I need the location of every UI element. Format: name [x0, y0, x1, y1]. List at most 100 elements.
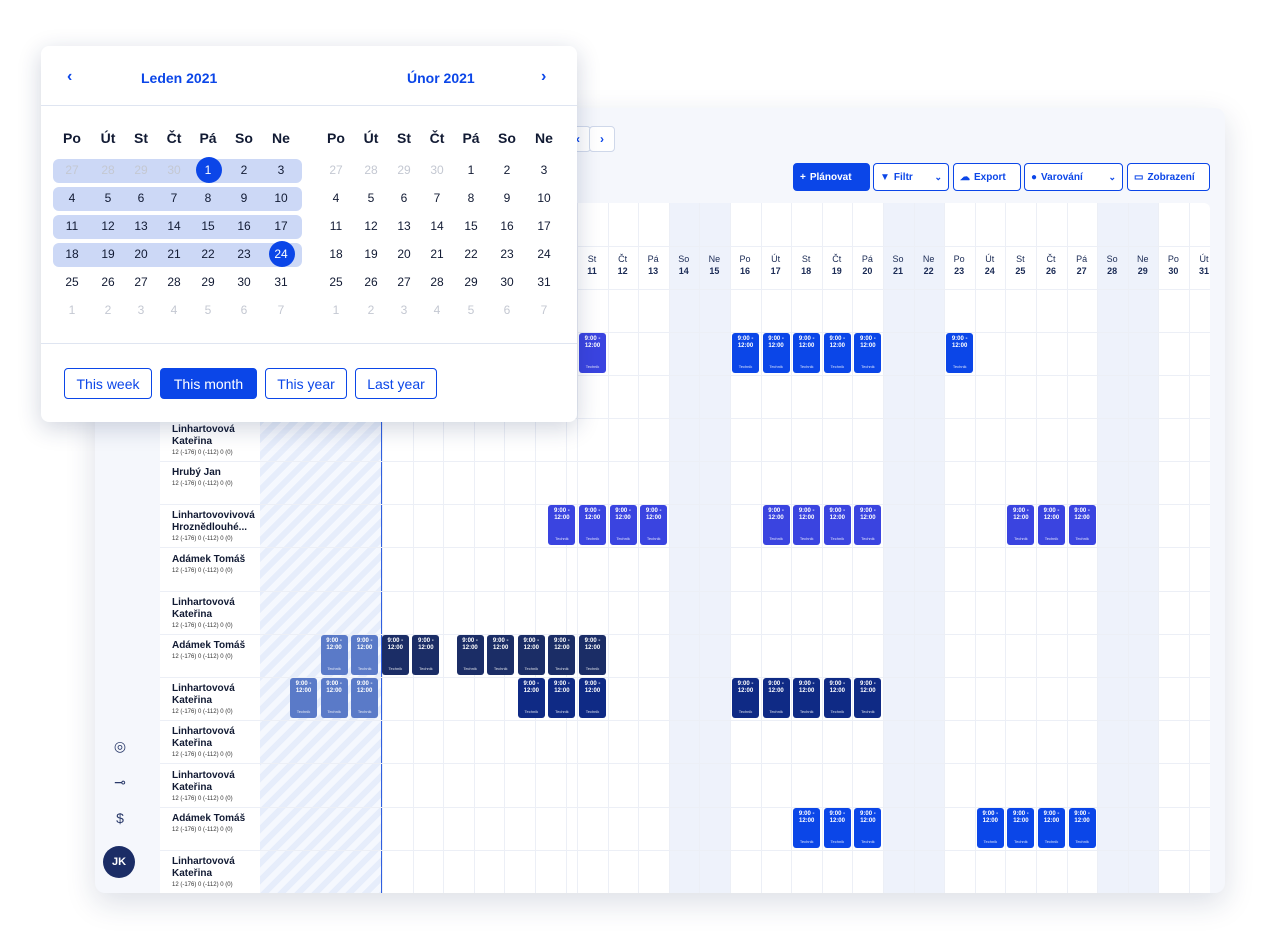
- left-day-cell[interactable]: 2: [226, 158, 262, 182]
- shift-block[interactable]: 9:00 -12:00 Technik: [579, 333, 606, 373]
- shift-block[interactable]: 9:00 -12:00 Technik: [456, 634, 484, 675]
- left-day-cell[interactable]: 13: [123, 214, 159, 238]
- right-day-cell[interactable]: 31: [526, 270, 562, 294]
- shift-block[interactable]: 9:00 -12:00 Technik: [732, 333, 759, 373]
- shift-block[interactable]: 9:00 -12:00 Technik: [854, 333, 882, 373]
- right-day-cell[interactable]: 5: [353, 186, 389, 210]
- right-day-cell[interactable]: 18: [318, 242, 354, 266]
- right-day-cell[interactable]: 6: [386, 186, 422, 210]
- shift-block[interactable]: 9:00 -12:00 Technik: [640, 505, 668, 546]
- shift-block[interactable]: 9:00 -12:00 Technik: [1007, 505, 1035, 546]
- right-day-cell[interactable]: 8: [453, 186, 489, 210]
- export-button[interactable]: ☁ Export: [953, 163, 1021, 191]
- shift-block[interactable]: 9:00 -12:00 Technik: [517, 678, 545, 718]
- left-day-cell[interactable]: 11: [54, 214, 90, 238]
- right-day-cell[interactable]: 12: [353, 214, 389, 238]
- shift-block[interactable]: 9:00 -12:00 Technik: [823, 333, 851, 373]
- left-day-cell[interactable]: 14: [156, 214, 192, 238]
- left-day-cell[interactable]: 16: [226, 214, 262, 238]
- employee-row-label[interactable]: Linhartovovivová Hroznědlouhé... 12 (-176…: [172, 510, 272, 543]
- right-day-cell[interactable]: 13: [386, 214, 422, 238]
- warnings-button[interactable]: ● Varování ⌄: [1024, 163, 1123, 191]
- left-day-cell[interactable]: 20: [123, 242, 159, 266]
- view-button[interactable]: ▭ Zobrazení: [1127, 163, 1210, 191]
- shift-block[interactable]: 9:00 -12:00 Technik: [793, 333, 821, 373]
- shift-block[interactable]: 9:00 -12:00 Technik: [351, 634, 379, 675]
- shift-block[interactable]: 9:00 -12:00 Technik: [548, 505, 576, 546]
- left-day-cell[interactable]: 30: [226, 270, 262, 294]
- right-day-cell[interactable]: 26: [353, 270, 389, 294]
- right-day-cell[interactable]: 15: [453, 214, 489, 238]
- shift-block[interactable]: 9:00 -12:00 Technik: [579, 678, 606, 718]
- left-day-cell[interactable]: 31: [263, 270, 299, 294]
- shift-block[interactable]: 9:00 -12:00 Technik: [487, 634, 515, 675]
- right-day-cell[interactable]: 19: [353, 242, 389, 266]
- left-day-cell[interactable]: 7: [156, 186, 192, 210]
- shift-block[interactable]: 9:00 -12:00 Technik: [732, 678, 759, 718]
- plan-button[interactable]: + Plánovat: [793, 163, 870, 191]
- prev-month-button[interactable]: ‹: [67, 68, 72, 86]
- shift-block[interactable]: 9:00 -12:00 Technik: [548, 634, 576, 675]
- left-day-cell[interactable]: 29: [190, 270, 226, 294]
- right-day-cell[interactable]: 21: [419, 242, 455, 266]
- left-day-cell[interactable]: 5: [90, 186, 126, 210]
- left-day-cell[interactable]: 6: [123, 186, 159, 210]
- quick-range-button[interactable]: Last year: [355, 368, 437, 399]
- right-day-cell[interactable]: 23: [489, 242, 525, 266]
- next-month-button[interactable]: ›: [541, 68, 546, 86]
- left-day-cell[interactable]: 1: [190, 157, 226, 183]
- shift-block[interactable]: 9:00 -12:00 Technik: [793, 678, 821, 718]
- filter-button[interactable]: ▼ Filtr ⌄: [873, 163, 949, 191]
- left-day-cell[interactable]: 24: [263, 241, 299, 267]
- left-day-cell[interactable]: 4: [54, 186, 90, 210]
- shift-block[interactable]: 9:00 -12:00 Technik: [579, 505, 606, 546]
- right-day-cell[interactable]: 22: [453, 242, 489, 266]
- right-day-cell[interactable]: 4: [318, 186, 354, 210]
- shift-block[interactable]: 9:00 -12:00 Technik: [854, 678, 882, 718]
- shift-block[interactable]: 9:00 -12:00 Technik: [290, 678, 317, 718]
- right-day-cell[interactable]: 2: [489, 158, 525, 182]
- right-day-cell[interactable]: 28: [419, 270, 455, 294]
- next-period-button[interactable]: ›: [589, 126, 615, 152]
- employee-row-label[interactable]: Linhartovová Kateřina 12 (-176) 0 (-112) …: [172, 856, 272, 889]
- right-day-cell[interactable]: 25: [318, 270, 354, 294]
- left-day-cell[interactable]: 18: [54, 242, 90, 266]
- shift-block[interactable]: 9:00 -12:00 Technik: [381, 634, 409, 675]
- shift-block[interactable]: 9:00 -12:00 Technik: [854, 807, 882, 848]
- left-day-cell[interactable]: 22: [190, 242, 226, 266]
- shift-block[interactable]: 9:00 -12:00 Technik: [1068, 505, 1096, 546]
- right-day-cell[interactable]: 3: [526, 158, 562, 182]
- employee-row-label[interactable]: Linhartovová Kateřina 12 (-176) 0 (-112) …: [172, 726, 272, 759]
- left-day-cell[interactable]: 10: [263, 186, 299, 210]
- employee-row-label[interactable]: Adámek Tomáš 12 (-176) 0 (-112) 0 (0): [172, 554, 272, 575]
- left-day-cell[interactable]: 21: [156, 242, 192, 266]
- right-day-cell[interactable]: 9: [489, 186, 525, 210]
- shift-block[interactable]: 9:00 -12:00 Technik: [412, 634, 440, 675]
- shift-block[interactable]: 9:00 -12:00 Technik: [854, 505, 882, 546]
- shift-block[interactable]: 9:00 -12:00 Technik: [609, 505, 637, 546]
- left-day-cell[interactable]: 19: [90, 242, 126, 266]
- left-day-cell[interactable]: 9: [226, 186, 262, 210]
- right-day-cell[interactable]: 29: [453, 270, 489, 294]
- right-day-cell[interactable]: 1: [453, 158, 489, 182]
- shift-block[interactable]: 9:00 -12:00 Technik: [548, 678, 576, 718]
- shift-block[interactable]: 9:00 -12:00 Technik: [946, 333, 974, 373]
- lifebuoy-icon[interactable]: ◎: [110, 736, 130, 756]
- left-day-cell[interactable]: 8: [190, 186, 226, 210]
- employee-row-label[interactable]: Linhartovová Kateřina 12 (-176) 0 (-112) …: [172, 770, 272, 803]
- shift-block[interactable]: 9:00 -12:00 Technik: [320, 634, 348, 675]
- right-day-cell[interactable]: 27: [386, 270, 422, 294]
- left-day-cell[interactable]: 15: [190, 214, 226, 238]
- left-day-cell[interactable]: 23: [226, 242, 262, 266]
- left-day-cell[interactable]: 26: [90, 270, 126, 294]
- shift-block[interactable]: 9:00 -12:00 Technik: [1038, 807, 1065, 848]
- right-day-cell[interactable]: 14: [419, 214, 455, 238]
- shift-block[interactable]: 9:00 -12:00 Technik: [1068, 807, 1096, 848]
- left-day-cell[interactable]: 28: [156, 270, 192, 294]
- right-day-cell[interactable]: 11: [318, 214, 354, 238]
- right-day-cell[interactable]: 7: [419, 186, 455, 210]
- dollar-icon[interactable]: $: [110, 808, 130, 828]
- shift-block[interactable]: 9:00 -12:00 Technik: [1007, 807, 1035, 848]
- right-day-cell[interactable]: 20: [386, 242, 422, 266]
- right-day-cell[interactable]: 16: [489, 214, 525, 238]
